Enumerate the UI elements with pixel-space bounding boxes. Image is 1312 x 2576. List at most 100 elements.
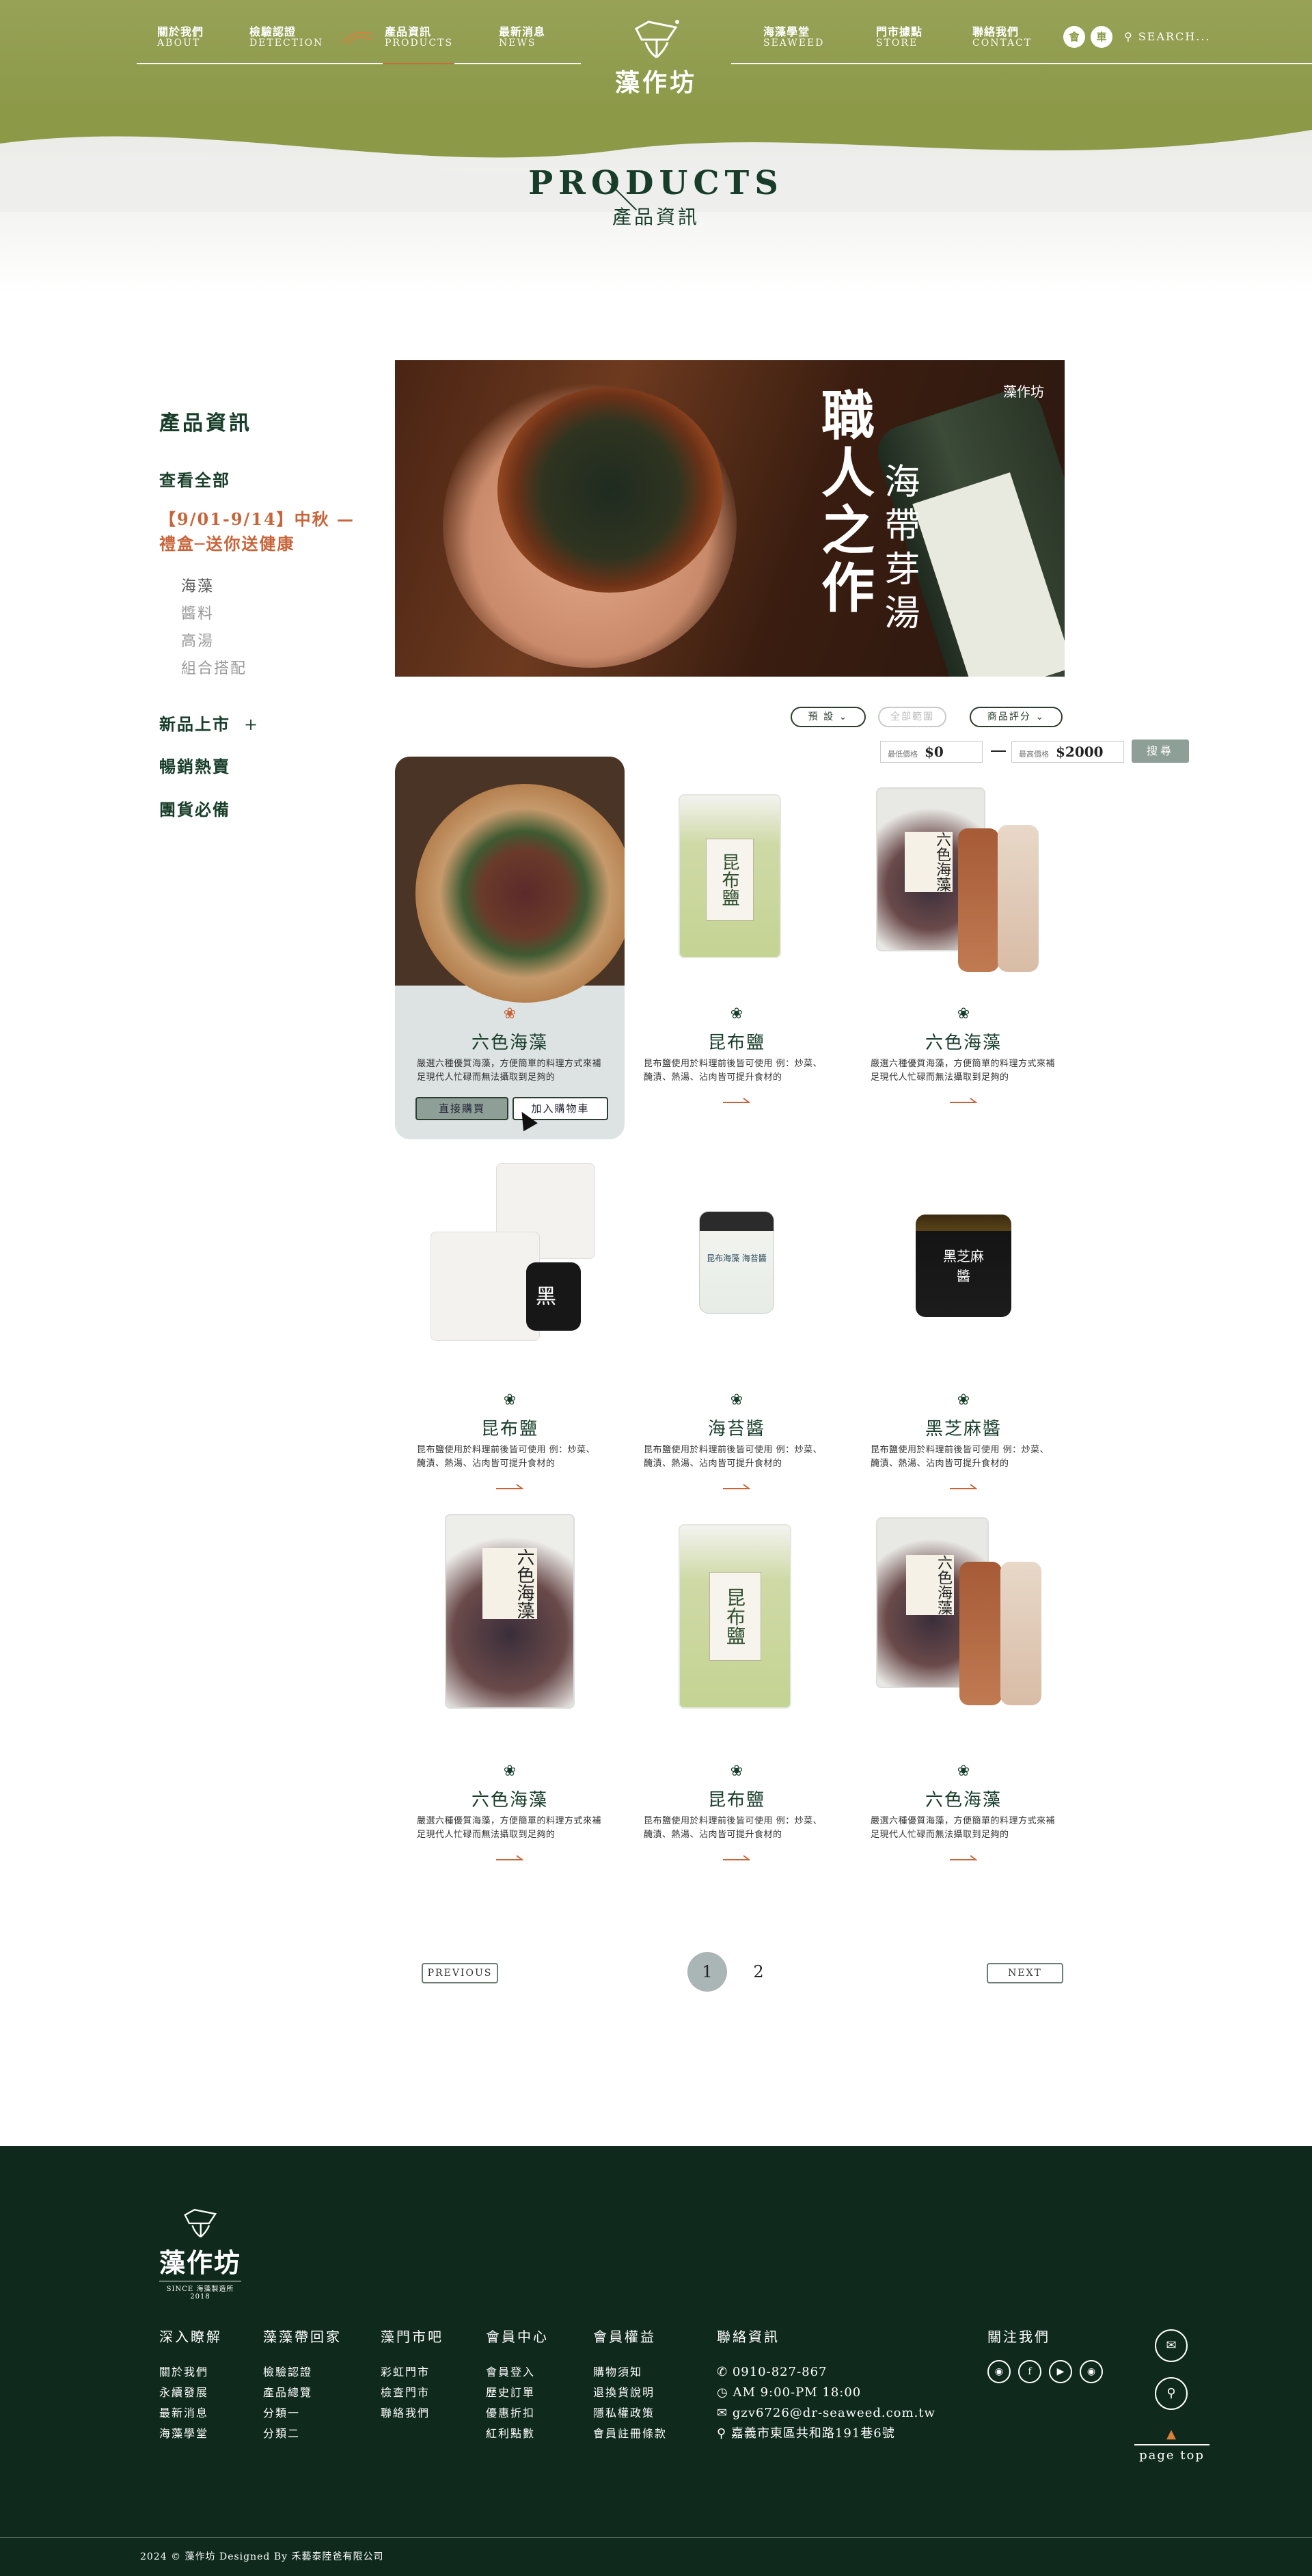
footer-link[interactable]: 關於我們 (159, 2362, 222, 2383)
product-description: 昆布鹽使用於料理前後皆可使用 例：炒菜、醃漬、熱湯、沾肉皆可提升食材的 (417, 1445, 596, 1469)
nav-detection[interactable]: 檢驗認證 DETECTION (249, 26, 323, 49)
footer-column-title: 會員權益 (593, 2329, 656, 2345)
product-card[interactable]: 六色海藻 ❀ 六色海藻 嚴選六種優質海藻，方便簡單的料理方式來補足現代人忙碌而無… (849, 1514, 1078, 1897)
phone-icon: ✆ (717, 2365, 728, 2379)
footer-link[interactable]: 海藻學堂 (159, 2424, 222, 2444)
product-description: 昆布鹽使用於料理前後皆可使用 例：炒菜、醃漬、熱湯、沾肉皆可提升食材的 (644, 1059, 823, 1083)
facebook-icon[interactable]: f (1018, 2360, 1041, 2383)
product-card[interactable]: 黑芝麻醬 ❀ 黑芝麻醬 昆布鹽使用於料理前後皆可使用 例：炒菜、醃漬、熱湯、沾肉… (849, 1143, 1078, 1526)
product-image: 黑芝麻醬 (849, 1143, 1078, 1372)
footer-link[interactable]: 分類一 (263, 2403, 342, 2424)
bag-label: 六色海藻 (906, 1555, 954, 1615)
previous-page-button[interactable]: PREVIOUS (422, 1963, 498, 1983)
product-card[interactable]: 昆布鹽 ❀ 昆布鹽 昆布鹽使用於料理前後皆可使用 例：炒菜、醃漬、熱湯、沾肉皆可… (622, 1514, 851, 1897)
footer-link[interactable]: 產品總覽 (263, 2383, 342, 2403)
sidebar-item-best[interactable]: 暢銷熱賣 (159, 753, 230, 777)
sidebar-sub-combo[interactable]: 組合搭配 (181, 656, 247, 678)
footer-link[interactable]: 優惠折扣 (486, 2403, 549, 2424)
seaweed-leaf-icon: ❀ (503, 1005, 517, 1022)
footer-link[interactable]: 會員註冊條款 (593, 2424, 667, 2444)
footer-logo[interactable]: 藻作坊 SINCE 海藻製造所 2018 (159, 2208, 241, 2301)
sidebar-item-new[interactable]: 新品上市 + (159, 711, 259, 735)
sidebar-title: 產品資訊 (159, 411, 252, 435)
footer-link[interactable]: 購物須知 (593, 2362, 667, 2383)
nav-contact[interactable]: 聯絡我們 CONTACT (972, 26, 1032, 49)
range-filter[interactable]: 全部範圍 (878, 707, 946, 727)
instagram-icon[interactable]: ◉ (1080, 2360, 1103, 2383)
sidebar-sub-seaweed[interactable]: 海藻 (181, 574, 214, 596)
arrow-right-icon[interactable] (496, 1854, 523, 1862)
nav-store-zh: 門市據點 (876, 25, 923, 38)
nav-divider-left (137, 63, 581, 64)
arrow-right-icon[interactable] (723, 1097, 750, 1105)
footer-link[interactable]: 聯絡我們 (381, 2403, 443, 2424)
product-card[interactable]: 六色海藻 ❀ 六色海藻 嚴選六種優質海藻，方便簡單的料理方式來補足現代人忙碌而無… (849, 757, 1078, 1139)
product-image: 六色海藻 (395, 1514, 625, 1743)
plus-icon: + (244, 715, 260, 734)
jar-label: 黑芝麻醬 (943, 1248, 984, 1284)
clock-icon: ◷ (717, 2385, 728, 2400)
product-card[interactable]: 六色海藻 ❀ 六色海藻 嚴選六種優質海藻，方便簡單的料理方式來補足現代人忙碌而無… (395, 1514, 625, 1897)
nav-products[interactable]: 產品資訊 PRODUCTS (385, 26, 453, 49)
arrow-right-icon[interactable] (723, 1483, 750, 1491)
arrow-right-icon[interactable] (723, 1854, 750, 1862)
footer-link[interactable]: 檢驗認證 (263, 2362, 342, 2383)
footer-link[interactable]: 歷史訂單 (486, 2383, 549, 2403)
nav-seaweed[interactable]: 海藻學堂 SEAWEED (763, 26, 824, 49)
sidebar-item-view-all[interactable]: 查看全部 (159, 467, 230, 491)
sidebar-sub-sauce[interactable]: 醬料 (181, 601, 214, 623)
price-search-button[interactable]: 搜尋 (1132, 740, 1189, 763)
sidebar-item-group[interactable]: 團貨必備 (159, 796, 230, 820)
member-icon[interactable]: 會 (1063, 26, 1085, 48)
footer-link[interactable]: 退換貨說明 (593, 2383, 667, 2403)
nav-store-en: STORE (876, 37, 918, 49)
email-row[interactable]: ✉ gzv6726@dr-seaweed.com.tw (717, 2403, 935, 2424)
sidebar-item-promo[interactable]: 【9/01-9/14】中秋 — 禮盒─送你送健康 (159, 507, 364, 556)
rating-dropdown[interactable]: 商品評分 ⌄ (970, 707, 1063, 727)
nav-store[interactable]: 門市據點 STORE (876, 26, 922, 49)
footer-link[interactable]: 隱私權政策 (593, 2403, 667, 2424)
footer-link[interactable]: 會員登入 (486, 2362, 549, 2383)
product-card[interactable]: 昆布鹽 ❀ 昆布鹽 昆布鹽使用於料理前後皆可使用 例：炒菜、醃漬、熱湯、沾肉皆可… (622, 757, 851, 1139)
youtube-icon[interactable]: ▶ (1049, 2360, 1072, 2383)
product-card[interactable]: 黑 ❀ 昆布鹽 昆布鹽使用於料理前後皆可使用 例：炒菜、醃漬、熱湯、沾肉皆可提升… (395, 1143, 625, 1526)
footer-link[interactable]: 檢查門市 (381, 2383, 443, 2403)
search-link[interactable]: ⚲ SEARCH... (1124, 30, 1211, 43)
footer-link[interactable]: 永續發展 (159, 2383, 222, 2403)
phone-row[interactable]: ✆ 0910-827-867 (717, 2362, 935, 2383)
page-top-label: page top (1139, 2448, 1205, 2463)
page-top-button[interactable]: ▲ page top (1134, 2428, 1210, 2463)
footer-link[interactable]: 彩虹門市 (381, 2362, 443, 2383)
site-logo[interactable]: 藻作坊 (608, 19, 704, 98)
cart-icon[interactable]: 車 (1091, 26, 1112, 48)
page-number-2[interactable]: 2 (739, 1952, 778, 1992)
buy-now-button[interactable]: 直接購買 (415, 1097, 508, 1120)
arrow-right-icon[interactable] (496, 1483, 523, 1491)
footer-link[interactable]: 分類二 (263, 2424, 342, 2444)
product-name: 六色海藻 (925, 1790, 1002, 1811)
sort-dropdown[interactable]: 預 設 ⌄ (791, 707, 866, 727)
nav-about[interactable]: 關於我們 ABOUT (157, 26, 204, 49)
nav-news[interactable]: 最新消息 NEWS (499, 26, 545, 49)
promo-banner[interactable]: 職人之作 海帶芽湯 藻作坊 (395, 360, 1065, 677)
page-number-1[interactable]: 1 (687, 1952, 727, 1992)
chat-icon[interactable]: ✉ (1155, 2329, 1188, 2362)
product-image: 六色海藻 (849, 1514, 1078, 1743)
nav-news-zh: 最新消息 (499, 25, 546, 38)
sidebar-sub-broth[interactable]: 高湯 (181, 629, 214, 651)
product-card[interactable]: 昆布海藻 海苔醬 ❀ 海苔醬 昆布鹽使用於料理前後皆可使用 例：炒菜、醃漬、熱湯… (622, 1143, 851, 1526)
arrow-right-icon[interactable] (950, 1854, 977, 1862)
footer-link[interactable]: 紅利點數 (486, 2424, 549, 2444)
arrow-right-icon[interactable] (950, 1483, 977, 1491)
copyright-text: 2024 © 藻作坊 Designed By 禾藝泰陸爸有限公司 (140, 2551, 384, 2562)
cart-float-icon[interactable]: ⚲ (1155, 2377, 1188, 2410)
line-icon[interactable]: ◉ (987, 2360, 1011, 2383)
chevron-down-icon: ⌄ (1035, 711, 1046, 722)
next-page-button[interactable]: NEXT (987, 1963, 1063, 1983)
arrow-right-icon[interactable] (950, 1097, 977, 1105)
product-card[interactable]: ❀ 六色海藻 嚴選六種優質海藻，方便簡單的料理方式來補足現代人忙碌而無法攝取到足… (395, 757, 625, 1139)
seaweed-leaf-icon: ❀ (957, 1392, 970, 1409)
product-description: 昆布鹽使用於料理前後皆可使用 例：炒菜、醃漬、熱湯、沾肉皆可提升食材的 (644, 1445, 823, 1469)
product-image (395, 757, 625, 1003)
footer-link[interactable]: 最新消息 (159, 2403, 222, 2424)
